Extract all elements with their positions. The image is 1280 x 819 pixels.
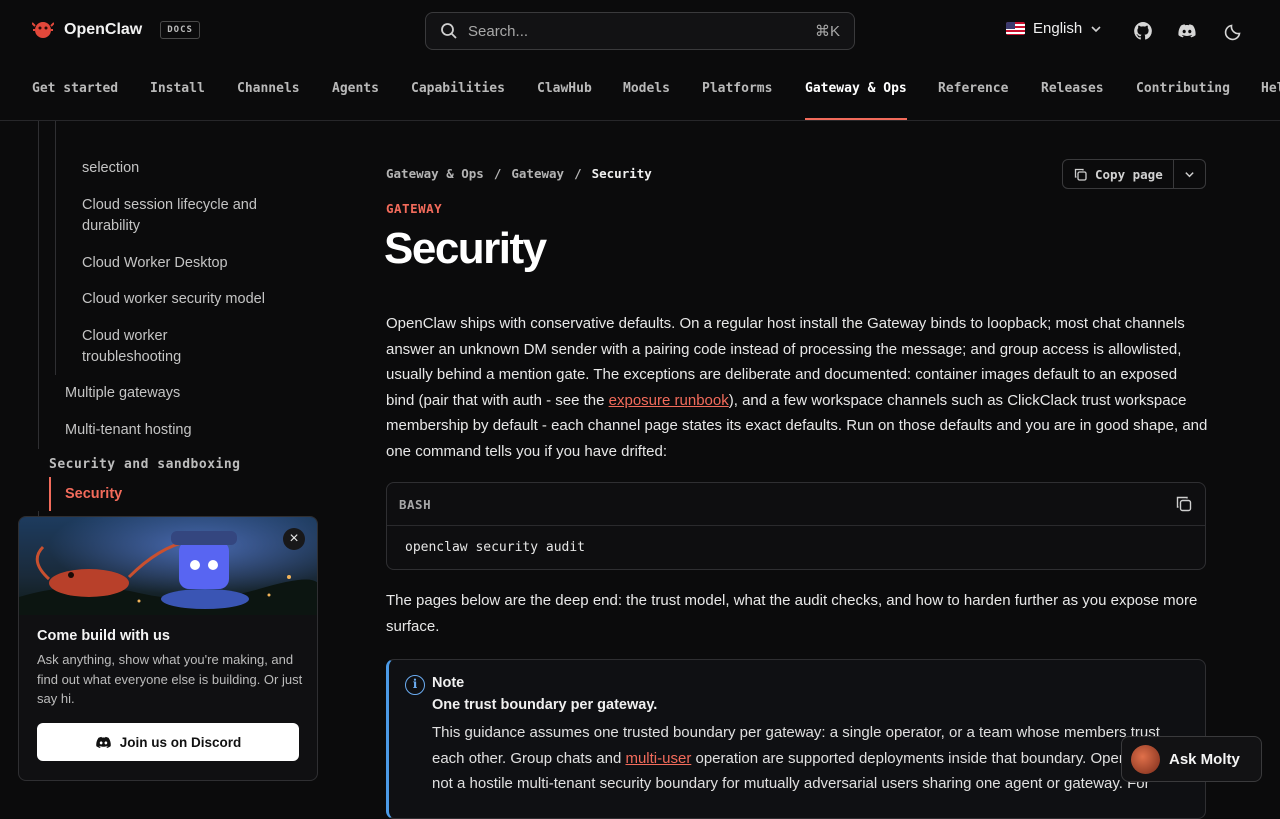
brand-logo[interactable]: OpenClaw DOCS — [32, 20, 200, 40]
code-block: BASH openclaw security audit — [386, 482, 1206, 570]
sidebar-item-cloud-session-lifecycle[interactable]: Cloud session lifecycle and durability — [82, 195, 282, 237]
tab-gateway-ops[interactable]: Gateway & Ops — [805, 62, 907, 120]
sidebar-item-cloud-worker-desktop[interactable]: Cloud Worker Desktop — [82, 253, 282, 274]
sidebar-section-heading: Security and sandboxing — [49, 457, 241, 472]
copy-page-button[interactable]: Copy page — [1063, 160, 1174, 188]
lobster-logo-icon — [32, 22, 54, 38]
section-tabs: Get started Install Channels Agents Capa… — [0, 62, 1280, 121]
discord-icon — [95, 736, 111, 748]
note-body: This guidance assumes one trusted bounda… — [432, 720, 1184, 797]
breadcrumb-item-gateway[interactable]: Gateway — [511, 166, 564, 181]
code-content[interactable]: openclaw security audit — [387, 526, 1205, 569]
tab-releases[interactable]: Releases — [1041, 62, 1104, 120]
tab-agents[interactable]: Agents — [332, 62, 379, 120]
copy-code-icon[interactable] — [1175, 495, 1193, 513]
chevron-down-icon — [1185, 171, 1194, 177]
search-icon — [441, 23, 457, 39]
breadcrumb-item-gateway-ops[interactable]: Gateway & Ops — [386, 166, 484, 181]
copy-options-dropdown[interactable] — [1174, 160, 1205, 188]
tab-get-started[interactable]: Get started — [32, 62, 118, 120]
tab-reference[interactable]: Reference — [938, 62, 1008, 120]
note-subtitle: One trust boundary per gateway. — [432, 697, 658, 713]
discord-banner-illustration — [19, 517, 317, 615]
discord-promo-card: × Come build with us Ask anything, show … — [18, 516, 318, 781]
us-flag-icon — [1006, 22, 1025, 35]
info-icon: i — [405, 675, 425, 695]
section-eyebrow: GATEWAY — [386, 201, 443, 216]
tab-channels[interactable]: Channels — [237, 62, 300, 120]
tab-capabilities[interactable]: Capabilities — [411, 62, 505, 120]
join-discord-button[interactable]: Join us on Discord — [37, 723, 299, 761]
search-shortcut: ⌘K — [814, 23, 840, 40]
top-header: OpenClaw DOCS Search... ⌘K English — [0, 0, 1280, 62]
search-input[interactable]: Search... ⌘K — [425, 12, 855, 50]
tab-install[interactable]: Install — [150, 62, 205, 120]
tab-models[interactable]: Models — [623, 62, 670, 120]
ask-molty-label: Ask Molty — [1169, 750, 1240, 768]
tab-contributing[interactable]: Contributing — [1136, 62, 1230, 120]
sidebar-item-multiple-gateways[interactable]: Multiple gateways — [65, 383, 285, 404]
copy-icon — [1074, 168, 1087, 181]
sidebar-item-selection[interactable]: selection — [82, 158, 282, 179]
multi-user-link[interactable]: multi-user — [625, 750, 691, 767]
sidebar-tree-line-nested — [55, 121, 56, 375]
theme-toggle-icon[interactable] — [1224, 21, 1244, 41]
sidebar-item-multi-tenant-hosting[interactable]: Multi-tenant hosting — [65, 420, 285, 441]
breadcrumb-separator: / — [574, 166, 582, 181]
note-title: Note — [432, 675, 465, 691]
language-label: English — [1033, 20, 1083, 37]
sidebar-tree-line — [38, 121, 39, 449]
deep-end-paragraph: The pages below are the deep end: the tr… — [386, 592, 1198, 635]
language-selector[interactable]: English — [1006, 20, 1102, 37]
code-block-header: BASH — [387, 483, 1205, 526]
copy-page-control: Copy page — [1062, 159, 1206, 189]
note-callout: i Note One trust boundary per gateway. T… — [386, 659, 1206, 819]
tab-help[interactable]: Help — [1261, 62, 1280, 120]
brand-name: OpenClaw — [64, 21, 143, 38]
page-title: Security — [384, 224, 547, 273]
molty-avatar — [1131, 744, 1160, 774]
tab-clawhub[interactable]: ClawHub — [537, 62, 592, 120]
chevron-down-icon — [1091, 25, 1101, 32]
intro-paragraph: OpenClaw ships with conservative default… — [386, 311, 1208, 464]
search-placeholder: Search... — [468, 22, 529, 40]
ask-molty-button[interactable]: Ask Molty — [1121, 736, 1262, 782]
github-icon[interactable] — [1133, 21, 1153, 41]
copy-page-label: Copy page — [1095, 166, 1163, 182]
breadcrumb-separator: / — [493, 166, 502, 181]
join-discord-label: Join us on Discord — [119, 734, 242, 750]
sidebar-item-security[interactable]: Security — [49, 477, 122, 511]
sidebar-item-cloud-worker-security-model[interactable]: Cloud worker security model — [82, 289, 282, 310]
tab-platforms[interactable]: Platforms — [702, 62, 772, 120]
sidebar-item-cloud-worker-troubleshooting[interactable]: Cloud worker troubleshooting — [82, 326, 242, 368]
discord-icon[interactable] — [1177, 21, 1197, 41]
close-icon[interactable]: × — [283, 528, 305, 550]
exposure-runbook-link[interactable]: exposure runbook — [609, 392, 729, 409]
card-body: Ask anything, show what you're making, a… — [37, 652, 303, 706]
code-language-label: BASH — [399, 496, 432, 512]
breadcrumb: Gateway & Ops / Gateway / Security — [386, 166, 652, 181]
docs-badge: DOCS — [160, 21, 200, 39]
breadcrumb-item-current: Security — [591, 166, 652, 181]
card-title: Come build with us — [37, 628, 170, 644]
